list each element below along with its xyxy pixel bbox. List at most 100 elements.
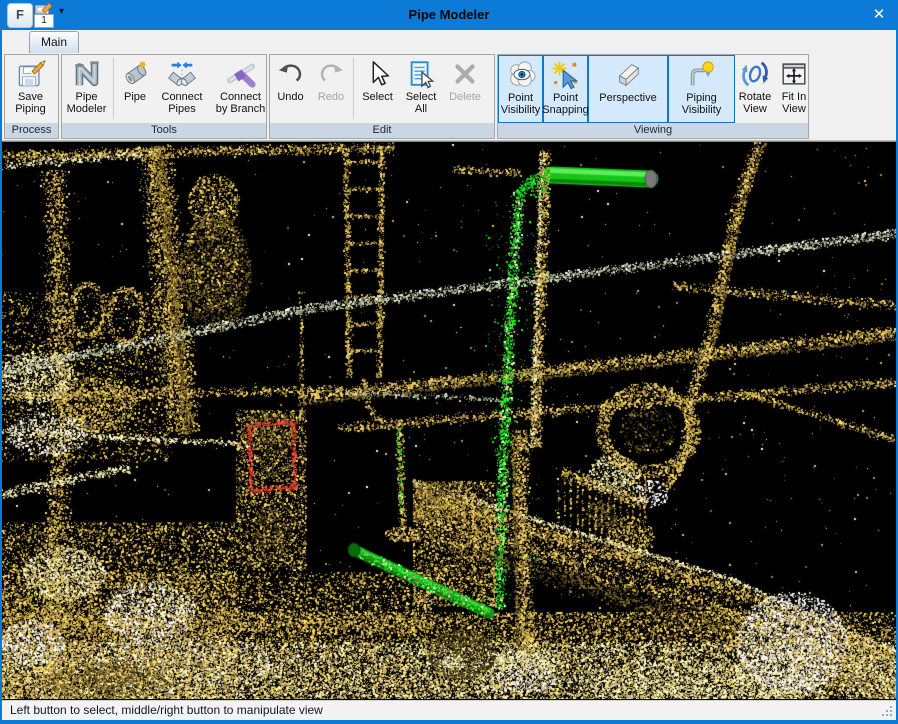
ribbon-button-label-line: Snapping [542, 104, 589, 116]
tab-bar: Main [2, 30, 896, 53]
ribbon-button-label-line: Modeler [67, 103, 107, 115]
close-icon: ✕ [873, 6, 886, 23]
ribbon-group-viewing: PointVisibilityPointSnapping Perspective P… [497, 54, 809, 139]
window-border-bottom [0, 720, 898, 724]
status-bar: Left button to select, middle/right butt… [2, 700, 896, 720]
ribbon-button-label: Undo [277, 91, 303, 103]
perspective-icon [613, 60, 643, 90]
ribbon-button-label: Select [362, 91, 393, 103]
point-visibility-icon [506, 60, 536, 90]
title-bar: F 1 ▾ Pipe Modeler ✕ [0, 0, 898, 30]
qat-dropdown-icon[interactable]: ▾ [59, 7, 64, 17]
resize-grip[interactable] [881, 705, 893, 717]
ribbon-button-label-line: Select [406, 91, 437, 103]
ribbon-button-label: PointVisibility [501, 92, 541, 116]
toolbar-separator [353, 58, 354, 119]
ribbon-button-label: PipeModeler [67, 91, 107, 115]
ribbon-button-label-line: Pipe [124, 91, 146, 103]
ribbon-group-label: Tools [62, 123, 266, 138]
ribbon-button-point-visibility[interactable]: PointVisibility [498, 55, 543, 123]
ribbon-button-label-line: Rotate [739, 91, 771, 103]
ribbon-button-label: Perspective [599, 92, 656, 104]
ribbon-button-label-line: Connect [162, 91, 203, 103]
ribbon-group-buttons: PipeModelerPipeConnectPipesConnectby Bra… [62, 55, 266, 123]
ribbon-group-label: Process [5, 123, 58, 138]
point-cloud-viewport[interactable] [2, 141, 896, 700]
quick-access-toolbar[interactable]: 1 [33, 1, 57, 29]
ribbon-button-fit-in-view[interactable]: Fit InView [775, 55, 813, 123]
ribbon-button-label-line: Undo [277, 91, 303, 103]
save-piping-icon [16, 59, 46, 89]
ribbon-button-label-line: Redo [318, 91, 344, 103]
ribbon-button-label-line: Piping [682, 92, 722, 104]
ribbon-button-redo: Redo [311, 55, 351, 123]
ribbon-button-label-line: by Branch [216, 103, 266, 115]
ribbon-button-undo[interactable]: Undo [270, 55, 311, 123]
ribbon-button-pipe-modeler[interactable]: PipeModeler [62, 55, 111, 123]
ribbon-button-perspective[interactable]: Perspective [588, 55, 668, 123]
ribbon-button-piping-visibility[interactable]: PipingVisibility [668, 55, 735, 123]
ribbon-button-connect-by-branch[interactable]: Connectby Branch [210, 55, 271, 123]
window-border-left [0, 30, 2, 724]
app-menu-button[interactable]: F [7, 3, 33, 28]
ribbon-button-label: ConnectPipes [162, 91, 203, 115]
ribbon-group-label: Viewing [498, 123, 808, 138]
tab-main[interactable]: Main [29, 31, 79, 53]
ribbon-button-label: Delete [449, 91, 481, 103]
ribbon-button-label-line: Pipes [162, 103, 203, 115]
ribbon-button-label-line: Point [542, 92, 589, 104]
ribbon-button-save-piping[interactable]: SavePiping [5, 55, 56, 123]
select-all-icon [406, 59, 436, 89]
redo-icon [316, 59, 346, 89]
ribbon-button-label: RotateView [739, 91, 771, 115]
qat-badge: 1 [34, 14, 54, 28]
rotate-view-icon [740, 59, 770, 89]
ribbon-button-label-line: Point [501, 92, 541, 104]
ribbon-group-edit: UndoRedoSelectSelectAllDeleteEdit [269, 54, 495, 139]
ribbon-button-label-line: Perspective [599, 92, 656, 104]
ribbon-button-label: SelectAll [406, 91, 437, 115]
ribbon-group-buttons: SavePiping [5, 55, 58, 123]
undo-icon [276, 59, 306, 89]
pipe-modeler-window: F 1 ▾ Pipe Modeler ✕ Main SavePipingProc… [0, 0, 898, 724]
ribbon-button-label-line: Fit In [782, 91, 806, 103]
ribbon-button-select-all[interactable]: SelectAll [399, 55, 443, 123]
ribbon-group-tools: PipeModelerPipeConnectPipesConnectby Bra… [61, 54, 267, 139]
ribbon-button-select[interactable]: Select [356, 55, 399, 123]
ribbon-button-label: Pipe [124, 91, 146, 103]
ribbon-button-label-line: View [739, 103, 771, 115]
pipe-icon [120, 59, 150, 89]
ribbon-button-label: PointSnapping [542, 92, 589, 116]
window-title: Pipe Modeler [0, 0, 898, 30]
ribbon-button-label: Redo [318, 91, 344, 103]
ribbon-button-label-line: Save [15, 91, 46, 103]
connect-pipes-icon [167, 59, 197, 89]
ribbon-button-label: SavePiping [15, 91, 46, 115]
ribbon-group-buttons: UndoRedoSelectSelectAllDelete [270, 55, 494, 123]
ribbon-group-label: Edit [270, 123, 494, 138]
ribbon-button-label-line: Connect [216, 91, 266, 103]
pipe-modeler-icon [72, 59, 102, 89]
ribbon-group-process: SavePiping Process [4, 54, 59, 139]
ribbon-button-label: Connectby Branch [216, 91, 266, 115]
fit-in-view-icon [779, 59, 809, 89]
ribbon-button-delete: Delete [443, 55, 487, 123]
ribbon-button-label-line: Visibility [501, 104, 541, 116]
ribbon-button-pipe[interactable]: Pipe [116, 55, 154, 123]
ribbon-button-rotate-view[interactable]: RotateView [735, 55, 775, 123]
save-piping-mini-icon [34, 2, 54, 14]
point-cloud-canvas[interactable] [2, 142, 896, 699]
connect-by-branch-icon [226, 59, 256, 89]
ribbon-button-label-line: Pipe [67, 91, 107, 103]
ribbon-button-label-line: Select [362, 91, 393, 103]
ribbon-button-point-snapping[interactable]: PointSnapping [543, 55, 588, 123]
close-button[interactable]: ✕ [864, 2, 894, 28]
ribbon: SavePipingProcessPipeModelerPipeConnectP… [2, 53, 896, 141]
ribbon-button-label: PipingVisibility [682, 92, 722, 116]
status-text: Left button to select, middle/right butt… [10, 703, 323, 717]
ribbon-button-connect-pipes[interactable]: ConnectPipes [154, 55, 210, 123]
ribbon-button-label-line: Piping [15, 103, 46, 115]
select-icon [363, 59, 393, 89]
point-snapping-icon [551, 60, 581, 90]
piping-visibility-icon [687, 60, 717, 90]
